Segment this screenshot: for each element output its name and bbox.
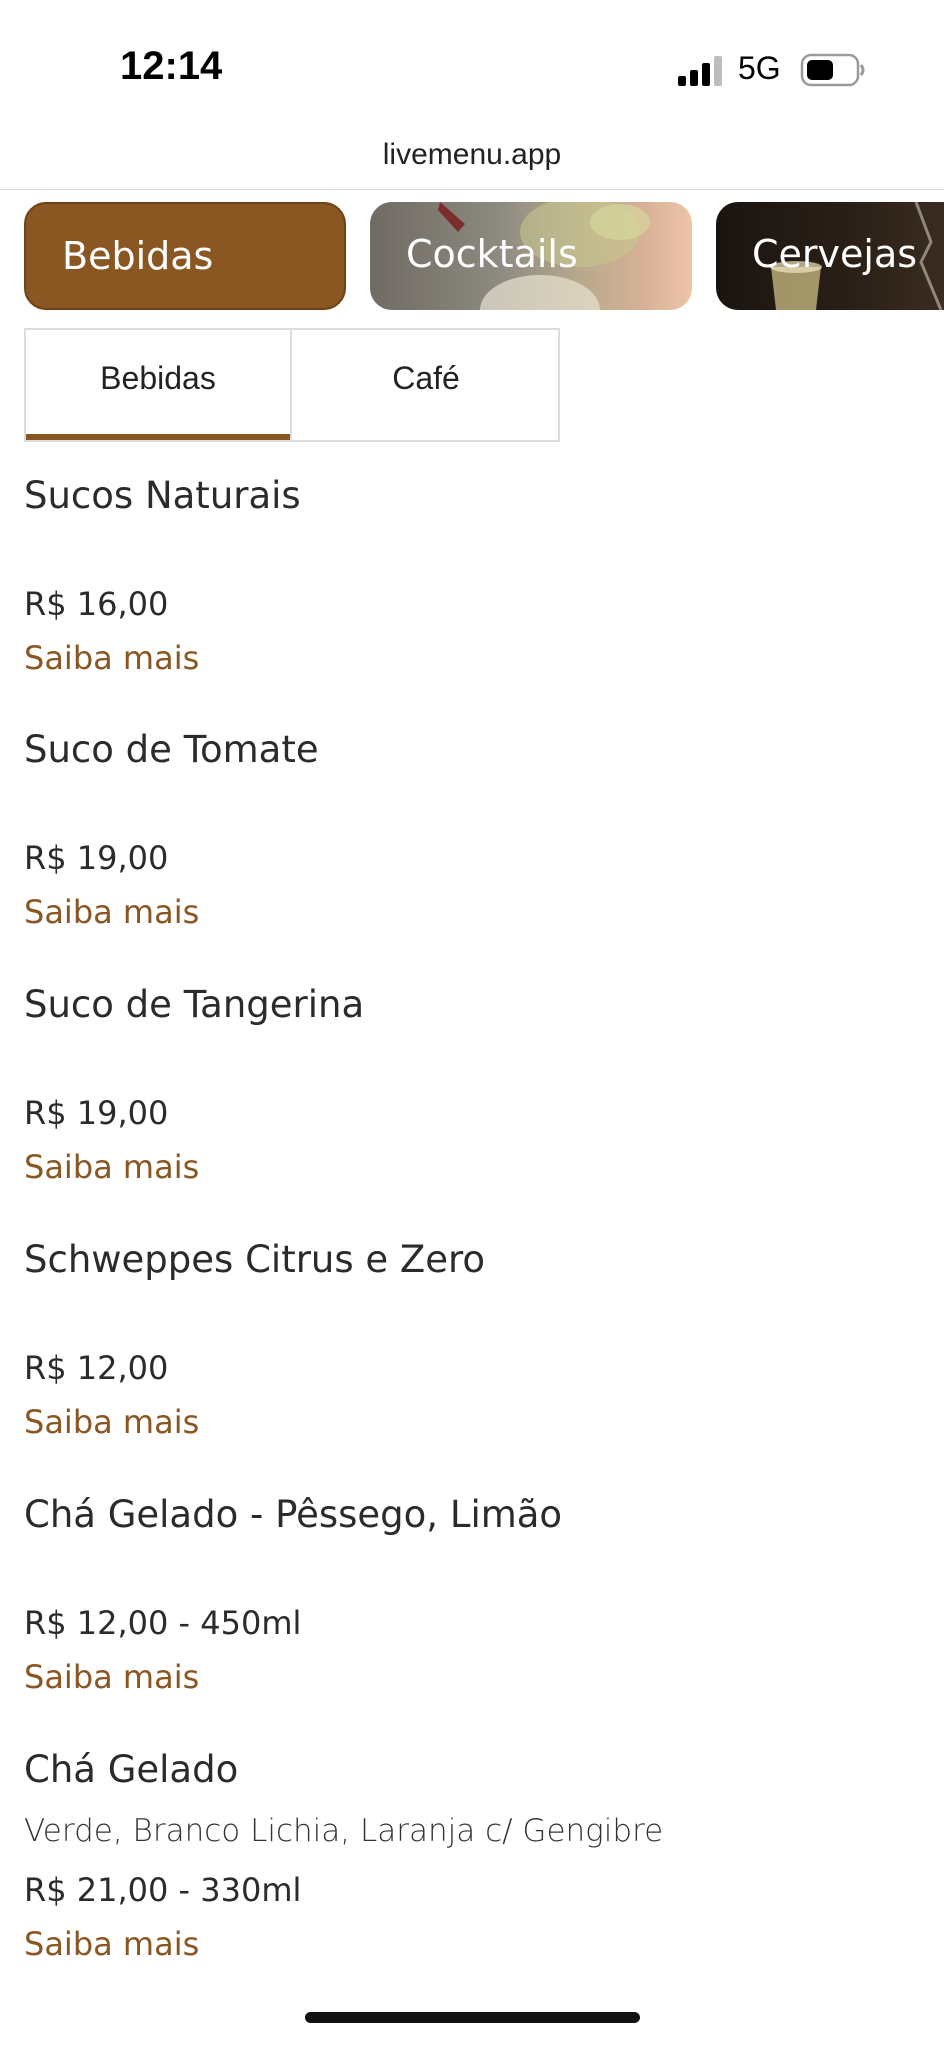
item-description: Verde, Branco Lichia, Laranja c/ Gengibr… [24,1813,664,1849]
item-price: R$ 21,00 - 330ml [24,1871,302,1909]
tab-bebidas[interactable]: Bebidas [26,330,292,440]
tab-cafe[interactable]: Café [294,330,558,440]
saiba-mais-link[interactable]: Saiba mais [24,1396,924,1448]
category-label: Cervejas [752,232,918,276]
item-name: Chá Gelado - Pêssego, Limão [24,1493,563,1536]
battery-icon [800,53,865,87]
menu-item[interactable]: Suco de Tomate R$ 19,00 Saiba mais [24,712,924,967]
menu-item[interactable]: Schweppes Citrus e Zero R$ 12,00 Saiba m… [24,1222,924,1477]
item-name: Sucos Naturais [24,474,301,517]
category-bebidas[interactable]: Bebidas [24,202,346,310]
url-text: livemenu.app [382,138,562,171]
saiba-mais-link[interactable]: Saiba mais [24,632,924,684]
item-name: Schweppes Citrus e Zero [24,1238,486,1281]
signal-icon [678,56,722,86]
tab-label: Café [392,360,460,396]
saiba-mais-link[interactable]: Saiba mais [24,1918,924,1970]
item-price: R$ 19,00 [24,1094,169,1132]
menu-item[interactable]: Chá Gelado Verde, Branco Lichia, Laranja… [24,1732,924,1992]
item-name: Suco de Tangerina [24,983,365,1026]
network-label: 5G [738,50,781,86]
subcategory-tabs: Bebidas Café [24,328,560,442]
saiba-mais-link[interactable]: Saiba mais [24,886,924,938]
item-price: R$ 12,00 [24,1349,169,1387]
home-indicator[interactable] [305,2012,640,2023]
menu-item[interactable]: Suco de Tangerina R$ 19,00 Saiba mais [24,967,924,1222]
status-bar: 12:14 5G [0,0,944,130]
item-price: R$ 16,00 [24,585,169,623]
category-label: Cocktails [406,232,578,276]
tab-label: Bebidas [100,360,216,396]
category-carousel[interactable]: Bebidas Cocktails Cervejas [24,202,944,310]
category-label: Bebidas [62,234,214,278]
saiba-mais-link[interactable]: Saiba mais [24,1651,924,1703]
menu-item[interactable]: Sucos Naturais R$ 16,00 Saiba mais [24,458,924,712]
status-time: 12:14 [120,44,223,88]
item-price: R$ 12,00 - 450ml [24,1604,302,1642]
item-name: Chá Gelado [24,1748,239,1791]
category-cervejas[interactable]: Cervejas [716,202,944,310]
item-price: R$ 19,00 [24,839,169,877]
item-name: Suco de Tomate [24,728,319,771]
menu-list: Sucos Naturais R$ 16,00 Saiba mais Suco … [24,458,924,1992]
address-bar[interactable]: livemenu.app [0,130,944,190]
menu-item[interactable]: Chá Gelado - Pêssego, Limão R$ 12,00 - 4… [24,1477,924,1732]
saiba-mais-link[interactable]: Saiba mais [24,1141,924,1193]
category-cocktails[interactable]: Cocktails [370,202,692,310]
